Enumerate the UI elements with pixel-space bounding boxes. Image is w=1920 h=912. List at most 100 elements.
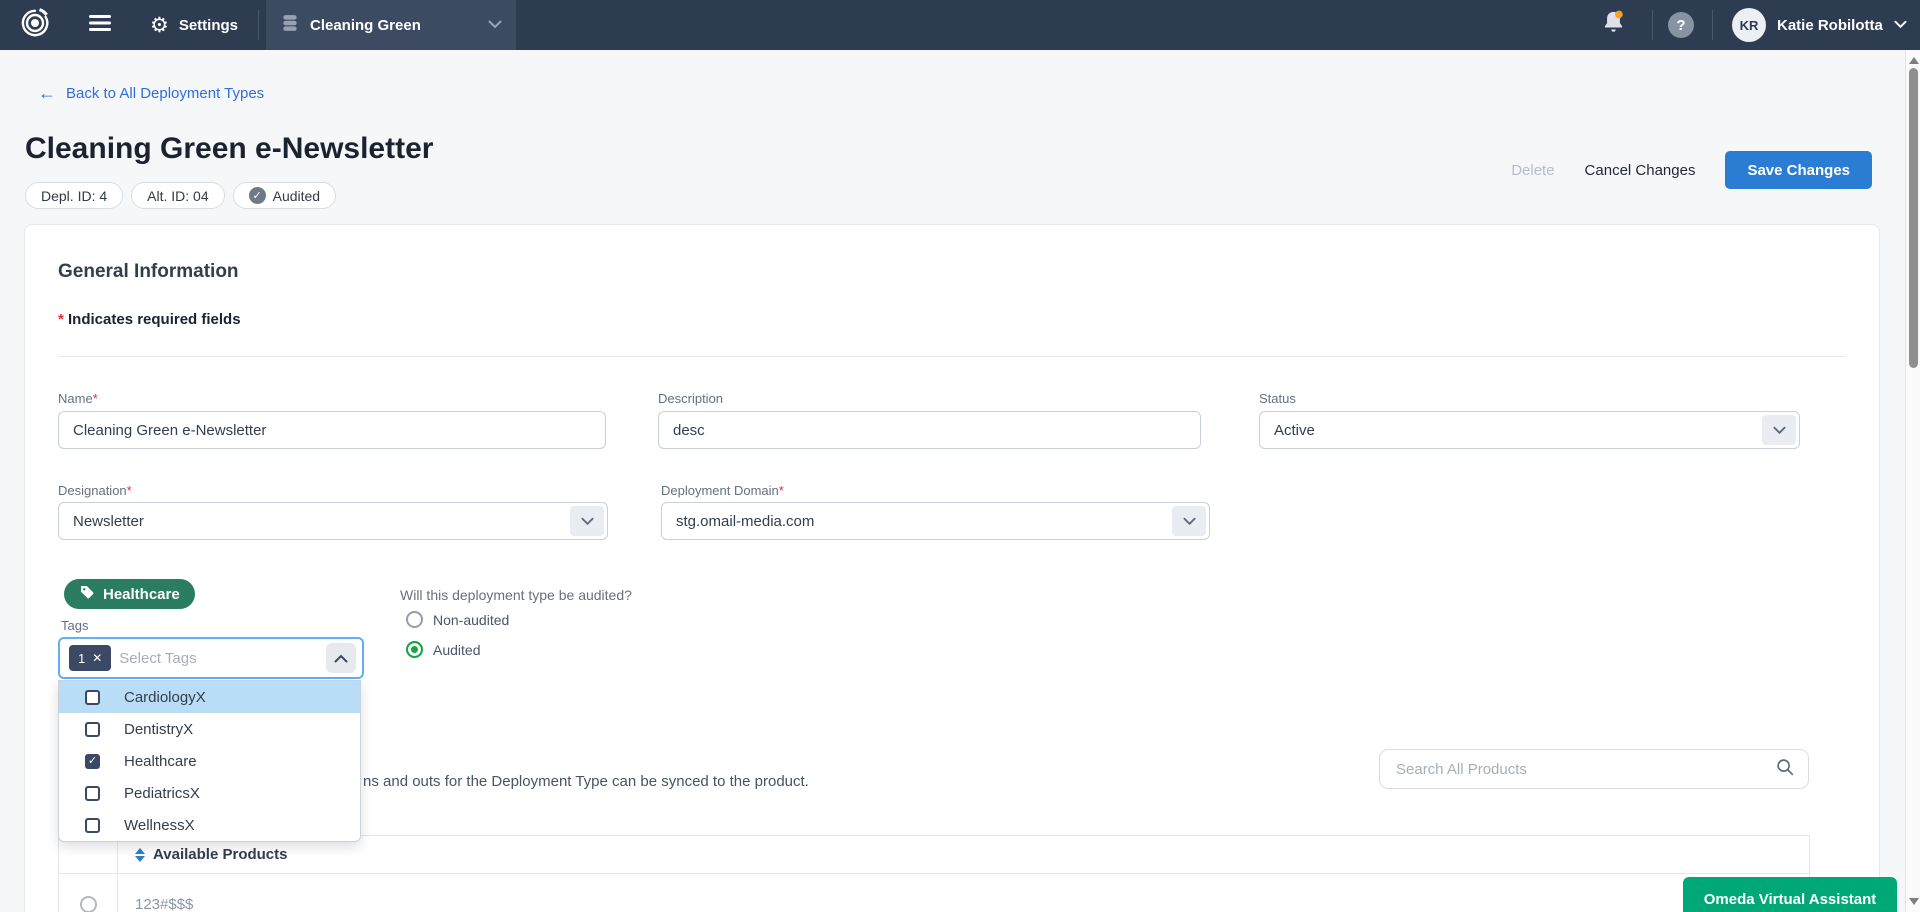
settings-menu-item[interactable]: ⚙ Settings	[150, 0, 238, 50]
status-select[interactable]: Active	[1259, 411, 1800, 449]
tag-option-cardiologyx[interactable]: CardiologyX	[59, 681, 360, 713]
back-to-deployment-types-link[interactable]: ← Back to All Deployment Types	[38, 84, 264, 102]
search-input[interactable]	[1396, 761, 1774, 778]
arrow-left-icon: ←	[38, 84, 56, 102]
tag-option-label: WellnessX	[124, 817, 195, 834]
tag-option-dentistryx[interactable]: DentistryX	[59, 713, 360, 745]
general-information-card: General Information * Indicates required…	[24, 224, 1880, 912]
nav-divider	[258, 10, 259, 40]
available-products-table: Available Products 123#$$$	[58, 835, 1810, 912]
org-selector-dropdown[interactable]: Cleaning Green	[266, 0, 516, 50]
deployment-domain-field-label: Deployment Domain*	[661, 483, 784, 498]
required-asterisk: *	[58, 311, 64, 328]
deployment-domain-selected-value: stg.omail-media.com	[676, 513, 814, 530]
audited-badge: ✓ Audited	[233, 182, 336, 209]
hamburger-menu-button[interactable]	[88, 0, 112, 50]
bell-icon	[1600, 9, 1627, 41]
description-field-label: Description	[658, 391, 723, 406]
selected-count: 1	[78, 651, 85, 666]
required-asterisk: *	[779, 483, 784, 498]
required-fields-note: * Indicates required fields	[58, 311, 241, 328]
hamburger-menu-icon	[88, 13, 112, 38]
checkbox-checked[interactable]: ✓	[85, 754, 100, 769]
tags-field-label: Tags	[61, 618, 88, 633]
tag-option-healthcare[interactable]: ✓ Healthcare	[59, 745, 360, 777]
search-icon[interactable]	[1774, 756, 1796, 783]
cancel-changes-button[interactable]: Cancel Changes	[1585, 162, 1696, 179]
delete-button[interactable]: Delete	[1511, 162, 1554, 179]
tag-option-wellnessx[interactable]: WellnessX	[59, 809, 360, 841]
designation-select[interactable]: Newsletter	[58, 502, 608, 540]
audited-label: Audited	[433, 642, 480, 658]
checkbox-unchecked[interactable]	[85, 818, 100, 833]
tag-chip-label: Healthcare	[103, 586, 180, 603]
required-asterisk: *	[93, 391, 98, 406]
user-menu[interactable]: KR Katie Robilotta	[1732, 0, 1907, 50]
tags-search-input[interactable]	[119, 650, 318, 667]
chevron-down-icon	[488, 16, 502, 34]
deployment-domain-select[interactable]: stg.omail-media.com	[661, 502, 1210, 540]
scrollbar-down-arrow[interactable]	[1909, 898, 1919, 905]
description-field[interactable]	[658, 411, 1201, 449]
help-button[interactable]: ?	[1668, 0, 1694, 50]
deployment-id-badge-label: Depl. ID: 4	[41, 188, 107, 204]
tag-icon	[79, 584, 95, 604]
radio-unselected[interactable]	[406, 611, 423, 628]
name-field-label: Name*	[58, 391, 98, 406]
omeda-logo[interactable]	[20, 0, 50, 50]
help-icon: ?	[1668, 12, 1694, 38]
audited-question-label: Will this deployment type be audited?	[400, 587, 632, 603]
required-note-text: Indicates required fields	[68, 311, 241, 328]
database-icon	[280, 13, 300, 38]
chevron-down-icon	[1172, 506, 1206, 536]
tag-option-label: PediatricsX	[124, 785, 200, 802]
chevron-down-icon	[1894, 16, 1907, 34]
section-divider	[58, 356, 1846, 357]
settings-label: Settings	[179, 17, 238, 34]
notifications-button[interactable]	[1600, 0, 1627, 50]
chevron-down-icon	[570, 506, 604, 536]
scrollbar-up-arrow[interactable]	[1909, 57, 1919, 64]
required-asterisk: *	[127, 483, 132, 498]
selected-tags-count-chip: 1 ✕	[69, 645, 111, 671]
name-field[interactable]	[58, 411, 606, 449]
available-products-header[interactable]: Available Products	[59, 846, 288, 863]
omeda-virtual-assistant-button[interactable]: Omeda Virtual Assistant	[1683, 877, 1897, 912]
deployment-id-badge: Depl. ID: 4	[25, 182, 123, 209]
close-icon[interactable]: ✕	[92, 651, 102, 665]
checkbox-unchecked[interactable]	[85, 722, 100, 737]
checkbox-unchecked[interactable]	[85, 786, 100, 801]
chevron-up-icon	[334, 651, 348, 666]
radio-selected[interactable]	[406, 641, 423, 658]
omeda-logo-icon	[20, 8, 50, 43]
top-navbar: ⚙ Settings Cleaning Green	[0, 0, 1920, 50]
checkbox-unchecked[interactable]	[85, 690, 100, 705]
vertical-scrollbar[interactable]	[1905, 50, 1920, 912]
nav-divider	[1652, 10, 1653, 40]
alt-id-badge-label: Alt. ID: 04	[147, 188, 208, 204]
back-link-label: Back to All Deployment Types	[66, 85, 264, 102]
radio-unselected[interactable]	[80, 896, 97, 912]
tags-multiselect[interactable]: 1 ✕	[58, 637, 364, 679]
scrollbar-thumb[interactable]	[1909, 68, 1918, 368]
products-description-fragment: ns and outs for the Deployment Type can …	[363, 773, 809, 790]
gear-icon: ⚙	[150, 15, 169, 36]
nav-divider	[1712, 10, 1713, 40]
tag-option-label: DentistryX	[124, 721, 193, 738]
available-products-header-label: Available Products	[153, 846, 288, 863]
name-label-text: Name	[58, 391, 93, 406]
alt-id-badge: Alt. ID: 04	[131, 182, 224, 209]
status-selected-value: Active	[1274, 422, 1315, 439]
save-changes-button[interactable]: Save Changes	[1725, 151, 1872, 189]
section-title: General Information	[58, 261, 239, 283]
user-avatar: KR	[1732, 8, 1766, 42]
designation-selected-value: Newsletter	[73, 513, 144, 530]
tag-option-pediatricsx[interactable]: PediatricsX	[59, 777, 360, 809]
sort-icon[interactable]	[135, 848, 145, 862]
page: ⚙ Settings Cleaning Green	[0, 0, 1920, 912]
badge-row: Depl. ID: 4 Alt. ID: 04 ✓ Audited	[25, 182, 336, 209]
audited-option: Audited	[406, 641, 480, 658]
tags-dropdown: CardiologyX DentistryX ✓ Healthcare Pedi…	[58, 680, 361, 842]
collapse-tags-button[interactable]	[326, 643, 356, 673]
org-name: Cleaning Green	[310, 17, 421, 34]
